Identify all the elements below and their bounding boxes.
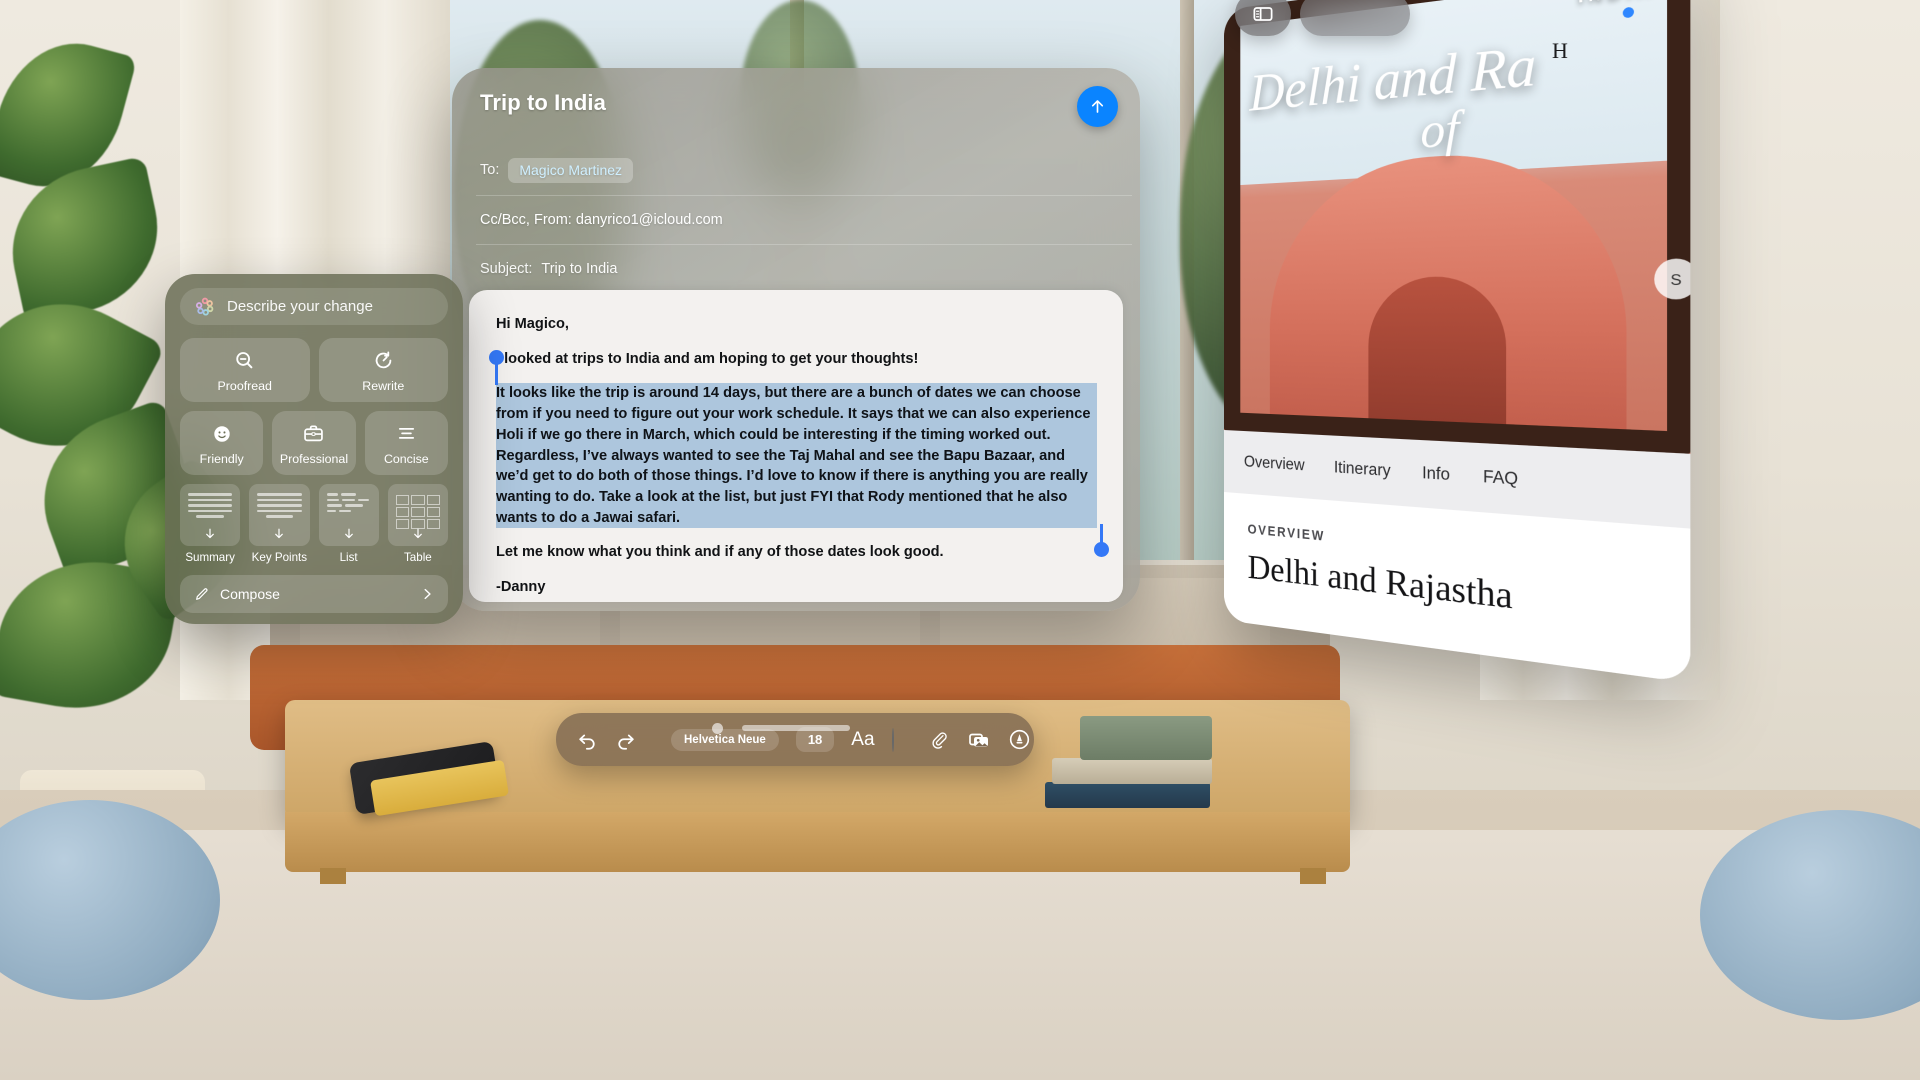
key-points-doc-icon bbox=[249, 484, 310, 546]
proofread-button[interactable]: Proofread bbox=[180, 338, 310, 402]
list-doc-icon bbox=[318, 484, 379, 546]
subject-field-row[interactable]: Subject: Trip to India bbox=[452, 245, 1140, 293]
arrow-down-icon bbox=[204, 527, 217, 540]
sidebar-toggle-button[interactable] bbox=[1235, 0, 1291, 36]
magnifier-minus-icon bbox=[236, 352, 253, 369]
writing-tools-row-actions: Proofread Rewrite bbox=[180, 338, 448, 402]
body-selected-paragraph[interactable]: It looks like the trip is around 14 days… bbox=[489, 350, 1109, 558]
arrow-down-icon bbox=[411, 527, 424, 540]
friendly-label: Friendly bbox=[199, 451, 244, 466]
ccbcc-from-row[interactable]: Cc/Bcc, From: danyrico1@icloud.com bbox=[452, 196, 1140, 244]
subject-value[interactable]: Trip to India bbox=[541, 261, 617, 277]
send-button[interactable] bbox=[1077, 86, 1118, 127]
list-label: List bbox=[339, 551, 358, 564]
tab-overview-pill-button[interactable] bbox=[1300, 0, 1410, 36]
markup-button[interactable] bbox=[1008, 725, 1031, 755]
redo-button[interactable] bbox=[615, 725, 637, 755]
professional-label: Professional bbox=[279, 452, 349, 466]
redo-icon bbox=[618, 734, 634, 750]
share-side-button[interactable]: S bbox=[1654, 258, 1691, 300]
coffee-table-leg bbox=[1300, 868, 1326, 884]
rewrite-label: Rewrite bbox=[362, 379, 405, 393]
writing-tools-transform-actions: Summary Key Points List Table bbox=[180, 484, 448, 564]
selection-handle-end[interactable] bbox=[1094, 524, 1109, 558]
book-stack-middle bbox=[1052, 758, 1212, 784]
body-closing: Let me know what you think and if any of… bbox=[496, 544, 944, 561]
body-signature: -Danny bbox=[496, 579, 546, 596]
india-header-letter: H bbox=[1552, 38, 1568, 63]
list-button[interactable]: List bbox=[318, 484, 379, 564]
summary-doc-icon bbox=[180, 484, 241, 546]
coffee-table-front bbox=[285, 812, 1350, 872]
apple-intelligence-icon bbox=[195, 297, 214, 316]
describe-change-placeholder: Describe your change bbox=[227, 298, 373, 315]
selection-handle-start[interactable] bbox=[489, 350, 504, 386]
arrow-down-icon bbox=[342, 527, 355, 540]
insert-photo-button[interactable] bbox=[967, 725, 991, 755]
table-doc-icon bbox=[387, 484, 448, 546]
undo-icon bbox=[579, 734, 595, 750]
table-button[interactable]: Table bbox=[387, 484, 448, 564]
body-intro: I looked at trips to India and am hoping… bbox=[496, 350, 919, 367]
table-label: Table bbox=[404, 551, 432, 564]
tab-faq[interactable]: FAQ bbox=[1483, 468, 1518, 490]
ccbcc-from-text: Cc/Bcc, From: danyrico1@icloud.com bbox=[480, 212, 723, 228]
summary-button[interactable]: Summary bbox=[180, 484, 241, 564]
concise-lines-icon bbox=[398, 428, 414, 439]
india-travel-window[interactable]: INDIA Delhi and Ra of S Overview Itinera… bbox=[1224, 0, 1691, 684]
writing-tools-panel[interactable]: Describe your change Proofread Rewrite F… bbox=[165, 274, 463, 624]
window-indicator-dot bbox=[712, 723, 723, 734]
sidebar-toggle-icon bbox=[1253, 7, 1273, 21]
rewrite-clock-icon bbox=[375, 351, 392, 369]
arrow-down-icon bbox=[273, 527, 286, 540]
professional-button[interactable]: Professional bbox=[272, 411, 356, 475]
briefcase-icon bbox=[304, 425, 324, 442]
concise-button[interactable]: Concise bbox=[364, 411, 448, 475]
page-title: Trip to India bbox=[480, 90, 606, 115]
photos-icon bbox=[968, 733, 988, 747]
chevron-right-icon bbox=[424, 588, 431, 600]
key-points-label: Key Points bbox=[251, 551, 308, 564]
compose-button[interactable]: Compose bbox=[180, 575, 448, 613]
concise-label: Concise bbox=[383, 452, 429, 466]
describe-change-input[interactable]: Describe your change bbox=[180, 288, 448, 325]
hero-image: INDIA Delhi and Ra of bbox=[1224, 0, 1691, 454]
compose-label: Compose bbox=[220, 586, 280, 602]
paperclip-icon bbox=[932, 731, 947, 749]
format-toolbar[interactable]: Helvetica Neue 18 Aa bbox=[556, 713, 1034, 766]
font-family-selector[interactable]: Helvetica Neue bbox=[671, 728, 779, 751]
key-points-button[interactable]: Key Points bbox=[249, 484, 310, 564]
arrow-up-icon bbox=[1091, 100, 1104, 113]
book-stack-bottom bbox=[1045, 782, 1210, 808]
summary-label: Summary bbox=[185, 551, 235, 564]
tab-info[interactable]: Info bbox=[1422, 464, 1450, 485]
tab-itinerary[interactable]: Itinerary bbox=[1334, 459, 1391, 482]
body-greeting: Hi Magico, bbox=[496, 316, 569, 332]
recipient-chip[interactable]: Magico Martinez bbox=[508, 157, 634, 183]
text-color-swatch[interactable] bbox=[891, 727, 894, 752]
attachment-button[interactable] bbox=[928, 725, 950, 755]
rewrite-button[interactable]: Rewrite bbox=[318, 338, 448, 402]
to-field-row[interactable]: To: Magico Martinez bbox=[452, 146, 1140, 194]
friendly-button[interactable]: Friendly bbox=[180, 411, 264, 475]
book-stack-top bbox=[1080, 716, 1212, 760]
undo-button[interactable] bbox=[576, 725, 598, 755]
mail-body-editor[interactable]: Hi Magico, I looked at trips to India an… bbox=[469, 290, 1123, 602]
subject-label: Subject: bbox=[480, 261, 533, 277]
window-resize-grabber[interactable] bbox=[742, 725, 850, 731]
text-style-button[interactable]: Aa bbox=[851, 729, 874, 751]
writing-tools-tone-actions: Friendly Professional Concise bbox=[180, 411, 448, 475]
coffee-table-leg bbox=[320, 868, 346, 884]
to-label: To: bbox=[480, 162, 500, 178]
body-selected-text: It looks like the trip is around 14 days… bbox=[496, 385, 1091, 526]
mail-compose-window[interactable]: Trip to India To: Magico Martinez Cc/Bcc… bbox=[452, 68, 1140, 611]
proofread-label: Proofread bbox=[217, 379, 272, 393]
tab-overview[interactable]: Overview bbox=[1244, 453, 1305, 475]
pencil-icon bbox=[196, 588, 208, 600]
smiley-face-icon bbox=[213, 425, 230, 442]
markup-icon bbox=[1009, 729, 1029, 750]
